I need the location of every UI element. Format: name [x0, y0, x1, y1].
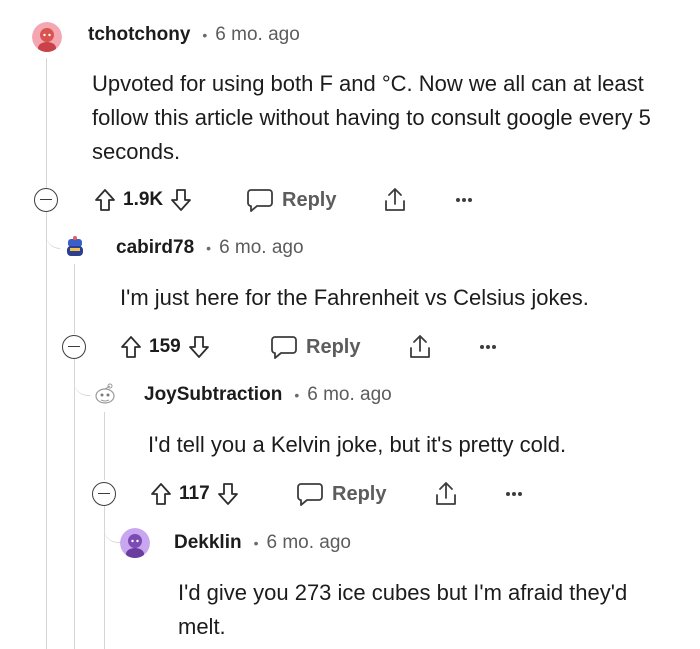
- vote-group: 159: [120, 330, 210, 364]
- comment-actions: 159 Reply: [0, 330, 700, 364]
- comment-actions: 1.9K Reply: [0, 183, 700, 217]
- vote-count: 117: [179, 483, 210, 504]
- comment-body: Upvoted for using both F and °C. Now we …: [92, 71, 651, 164]
- separator-dot: •: [253, 535, 259, 551]
- more-options-icon: [506, 492, 522, 496]
- collapse-thread-icon[interactable]: [62, 335, 86, 359]
- collapse-thread-icon[interactable]: [92, 482, 116, 506]
- share-button[interactable]: [406, 330, 434, 364]
- comment-body: I'd tell you a Kelvin joke, but it's pre…: [148, 432, 567, 457]
- snoo-avatar-icon: [90, 380, 120, 410]
- vote-group: 117: [150, 477, 239, 511]
- arrow-down-icon[interactable]: [217, 482, 239, 506]
- comment-header: cabird78 • 6 mo. ago: [116, 233, 304, 263]
- separator-dot: •: [206, 240, 212, 256]
- vote-group: 1.9K: [94, 183, 192, 217]
- more-options-button[interactable]: [454, 183, 474, 217]
- more-options-button[interactable]: [504, 477, 524, 511]
- vote-count: 1.9K: [123, 189, 164, 210]
- speech-bubble-icon: [271, 336, 297, 359]
- separator-dot: •: [202, 27, 208, 43]
- snoo-avatar-icon: [32, 22, 62, 52]
- reply-button[interactable]: Reply: [296, 477, 386, 511]
- share-button[interactable]: [381, 183, 409, 217]
- avatar[interactable]: [32, 22, 62, 52]
- comment-body: I'd give you 273 ice cubes but I'm afrai…: [178, 580, 628, 639]
- username[interactable]: Dekklin: [174, 532, 242, 554]
- vote-count: 159: [149, 336, 181, 357]
- separator-dot: •: [294, 387, 300, 403]
- reply-label: Reply: [332, 482, 387, 505]
- snoo-avatar-icon: [120, 528, 150, 558]
- reply-button[interactable]: Reply: [246, 183, 336, 217]
- comment-actions: 117 Reply: [0, 477, 700, 511]
- avatar[interactable]: [120, 528, 150, 558]
- avatar[interactable]: [60, 233, 90, 263]
- arrow-up-icon[interactable]: [120, 335, 142, 359]
- username[interactable]: tchotchony: [88, 24, 190, 46]
- more-options-icon: [480, 345, 496, 349]
- share-icon: [436, 482, 456, 505]
- reply-label: Reply: [306, 335, 361, 358]
- reply-button[interactable]: Reply: [270, 330, 360, 364]
- thread-line: [46, 58, 47, 188]
- timestamp[interactable]: 6 mo. ago: [215, 24, 300, 46]
- thread-line: [74, 264, 75, 334]
- arrow-up-icon[interactable]: [94, 188, 116, 212]
- share-button[interactable]: [432, 477, 460, 511]
- avatar[interactable]: [90, 380, 120, 410]
- reply-label: Reply: [282, 188, 337, 211]
- collapse-thread-icon[interactable]: [34, 188, 58, 212]
- thread-line: [46, 212, 47, 649]
- speech-bubble-icon: [297, 483, 323, 506]
- username[interactable]: cabird78: [116, 237, 194, 259]
- arrow-down-icon[interactable]: [188, 335, 210, 359]
- thread-line: [104, 412, 105, 480]
- thread-elbow: [104, 506, 122, 543]
- share-icon: [385, 188, 405, 211]
- comment-body: I'm just here for the Fahrenheit vs Cels…: [120, 285, 589, 310]
- timestamp[interactable]: 6 mo. ago: [267, 532, 352, 554]
- comment-header: Dekklin • 6 mo. ago: [174, 528, 351, 558]
- arrow-down-icon[interactable]: [170, 188, 192, 212]
- timestamp[interactable]: 6 mo. ago: [219, 237, 304, 259]
- more-options-button[interactable]: [478, 330, 498, 364]
- timestamp[interactable]: 6 mo. ago: [307, 384, 392, 406]
- username[interactable]: JoySubtraction: [144, 384, 282, 406]
- speech-bubble-icon: [247, 189, 273, 212]
- more-options-icon: [456, 198, 472, 202]
- comment-header: tchotchony • 6 mo. ago: [88, 20, 300, 50]
- snoo-avatar-icon: [60, 233, 90, 263]
- comment-header: JoySubtraction • 6 mo. ago: [144, 380, 392, 410]
- share-icon: [410, 335, 430, 358]
- arrow-up-icon[interactable]: [150, 482, 172, 506]
